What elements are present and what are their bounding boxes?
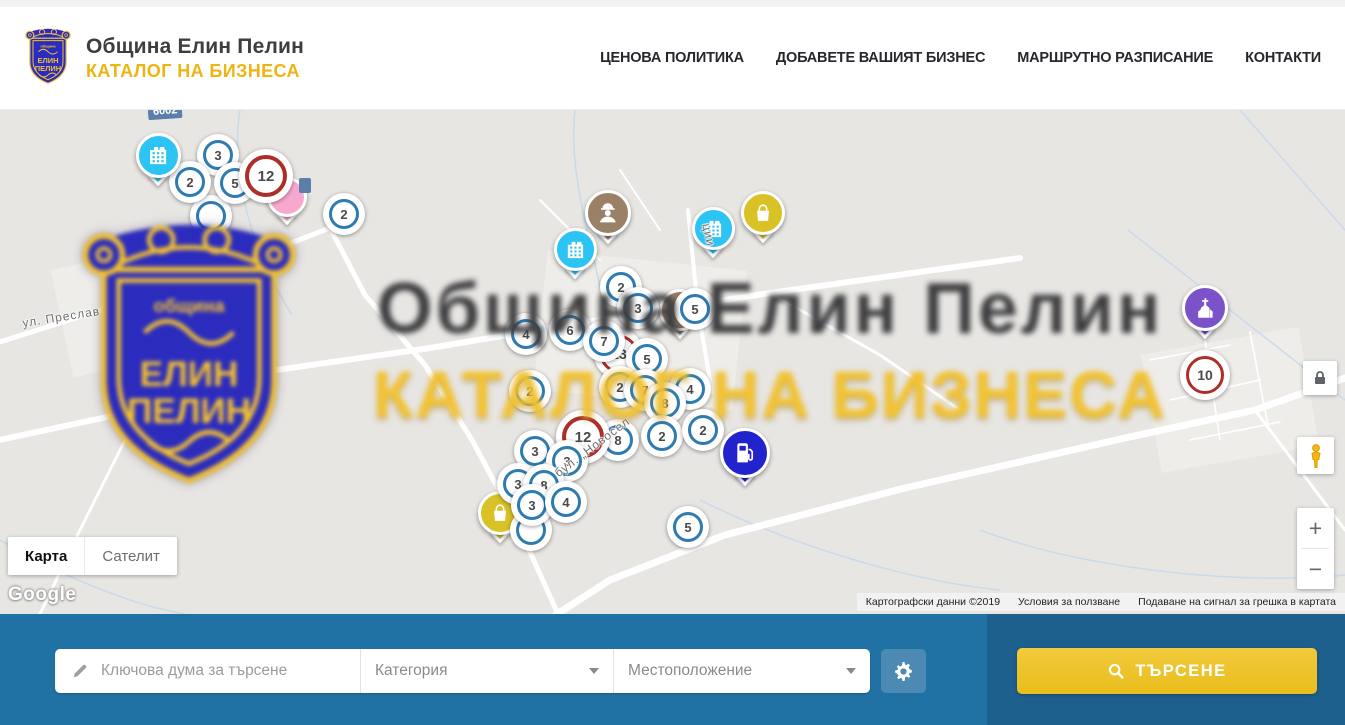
cluster-count: 2 (515, 376, 545, 406)
cluster-marker[interactable]: 4 (545, 481, 587, 523)
cluster-count: 5 (680, 294, 710, 324)
road-label: ул. Преслав (21, 304, 101, 330)
map-type-satellite-button[interactable]: Сателит (84, 537, 177, 575)
factory-pin-marker[interactable] (554, 228, 597, 271)
google-logo[interactable]: Google (8, 584, 76, 606)
cluster-marker[interactable]: 2 (641, 415, 683, 457)
search-button[interactable]: ТЪРСЕНЕ (1017, 648, 1317, 694)
attribution-copyright: Картографски данни ©2019 (857, 593, 1009, 611)
church-pin-marker[interactable] (1182, 285, 1228, 331)
cluster-marker[interactable]: 10 (1180, 350, 1230, 400)
keyword-segment (55, 649, 360, 693)
bag-pin-marker[interactable] (741, 191, 785, 235)
road-label (299, 178, 311, 193)
location-dropdown[interactable]: Местоположение (613, 649, 870, 693)
cluster-count: 2 (688, 415, 718, 445)
map-attribution: Картографски данни ©2019 Условия за полз… (857, 593, 1345, 611)
church-icon (1182, 285, 1228, 331)
map-type-control: Карта Сателит (8, 537, 177, 575)
gear-icon (893, 661, 914, 682)
search-panel: Категория Местоположение ТЪРСЕНЕ (0, 614, 1345, 725)
factory-icon (554, 228, 597, 271)
zoom-out-button[interactable]: − (1297, 549, 1334, 589)
site-title: Община Елин Пелин (86, 35, 304, 59)
cluster-count (196, 201, 226, 231)
cluster-count: 7 (589, 326, 619, 356)
nav-add-your-business[interactable]: ДОБАВЕТЕ ВАШИЯТ БИЗНЕС (776, 50, 985, 66)
cluster-marker[interactable]: 2 (682, 409, 724, 451)
category-dropdown-label: Категория (375, 662, 447, 680)
map-markers-layer: 32512223546137522748812223338345106002ул… (0, 110, 1345, 614)
cluster-count: 2 (329, 199, 359, 229)
factory-icon (136, 133, 181, 178)
cluster-marker[interactable]: 4 (505, 313, 547, 355)
cluster-marker[interactable]: 7 (583, 320, 625, 362)
cluster-marker[interactable]: 5 (667, 506, 709, 548)
map-type-map-button[interactable]: Карта (8, 537, 84, 575)
advanced-settings-button[interactable] (881, 649, 926, 693)
road-label: 6002 (148, 110, 183, 120)
attribution-terms-link[interactable]: Условия за ползване (1009, 593, 1129, 611)
cluster-marker[interactable]: 2 (323, 193, 365, 235)
attribution-report-error-link[interactable]: Подаване на сигнал за грешка в картата (1129, 593, 1345, 611)
main-nav: ЦЕНОВА ПОЛИТИКА ДОБАВЕТЕ ВАШИЯТ БИЗНЕС М… (600, 50, 1321, 66)
cluster-count: 2 (647, 421, 677, 451)
cluster-count: 3 (623, 293, 653, 323)
zoom-in-button[interactable]: + (1297, 508, 1334, 548)
chevron-down-icon (846, 668, 856, 674)
lock-icon (1310, 368, 1330, 388)
fuel-pin-marker[interactable] (720, 428, 770, 478)
cluster-count: 5 (673, 512, 703, 542)
search-button-label: ТЪРСЕНЕ (1135, 662, 1226, 681)
cluster-count: 3 (517, 490, 547, 520)
fuel-icon (720, 428, 770, 478)
cluster-marker[interactable]: 12 (239, 149, 293, 203)
category-dropdown[interactable]: Категория (360, 649, 613, 693)
bag-icon (741, 191, 785, 235)
cluster-marker[interactable]: 5 (674, 288, 716, 330)
street-view-pegman-button[interactable] (1297, 437, 1334, 474)
site-subtitle: КАТАЛОГ НА БИЗНЕСА (86, 61, 304, 82)
pencil-icon (71, 662, 89, 680)
chevron-down-icon (589, 668, 599, 674)
nav-pricing-policy[interactable]: ЦЕНОВА ПОЛИТИКА (600, 50, 744, 66)
lock-button[interactable] (1303, 361, 1337, 395)
nav-contacts[interactable]: КОНТАКТИ (1245, 50, 1321, 66)
search-input-group: Категория Местоположение (55, 649, 870, 693)
cluster-count: 4 (551, 487, 581, 517)
cluster-count: 6 (555, 315, 585, 345)
nav-route-schedule[interactable]: МАРШРУТНО РАЗПИСАНИЕ (1017, 50, 1213, 66)
site-header: Община Елин Пелин КАТАЛОГ НА БИЗНЕСА ЦЕН… (0, 7, 1345, 110)
factory-pin-marker[interactable] (136, 133, 181, 178)
keyword-search-input[interactable] (101, 662, 346, 680)
page-top-strip (0, 0, 1345, 7)
cluster-count: 8 (650, 388, 680, 418)
location-dropdown-label: Местоположение (628, 662, 752, 680)
cluster-marker[interactable]: 2 (509, 370, 551, 412)
cluster-count: 4 (511, 319, 541, 349)
search-icon (1107, 662, 1125, 680)
cluster-count: 10 (1186, 356, 1224, 394)
zoom-control: + − (1297, 508, 1334, 589)
municipality-shield-logo-icon (24, 28, 72, 88)
pegman-icon (1304, 443, 1328, 469)
cluster-count: 12 (245, 155, 287, 197)
cluster-marker[interactable]: 3 (617, 287, 659, 329)
google-map-canvas[interactable]: 32512223546137522748812223338345106002ул… (0, 110, 1345, 614)
brand-logo-link[interactable]: Община Елин Пелин КАТАЛОГ НА БИЗНЕСА (24, 28, 304, 88)
